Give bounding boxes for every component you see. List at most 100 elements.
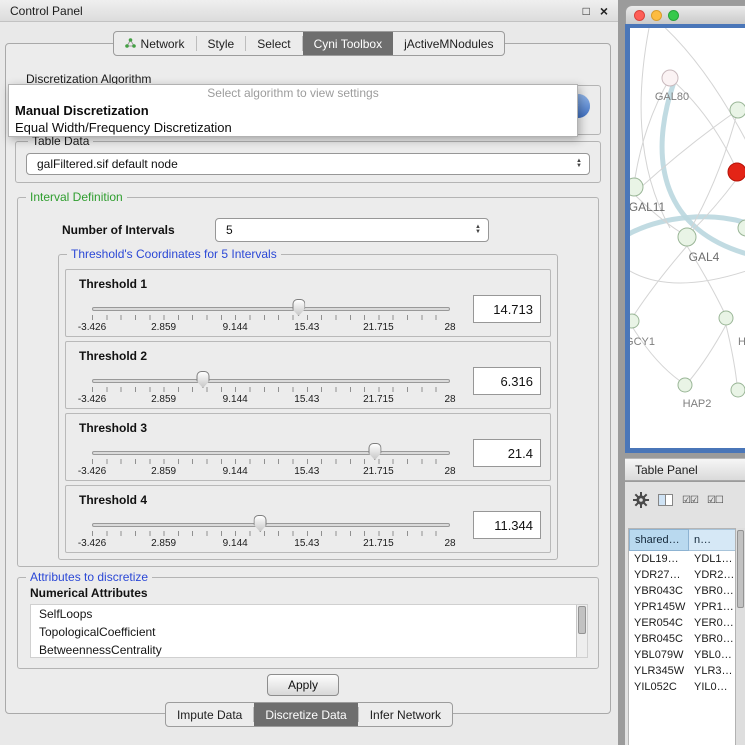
cell[interactable]: YLR345W: [629, 663, 689, 679]
table-row[interactable]: YBR043CYBR0…: [629, 583, 735, 599]
slider-track[interactable]: [92, 379, 450, 383]
network-graph[interactable]: GAL80 GAL11 GAL4 GCY1 HAP2 H: [630, 28, 745, 448]
tab-infer-network[interactable]: Infer Network: [359, 703, 452, 726]
cell[interactable]: YBR045C: [629, 631, 689, 647]
tab-select-label: Select: [257, 37, 290, 51]
tab-discretize-data[interactable]: Discretize Data: [254, 703, 357, 726]
select-all-columns-icon[interactable]: ☑☑: [682, 495, 698, 506]
threshold-3-slider[interactable]: -3.426 2.859 9.144 15.43 21.715 28: [92, 442, 450, 480]
gear-icon[interactable]: [633, 492, 649, 508]
tab-cyni-toolbox[interactable]: Cyni Toolbox: [303, 32, 393, 55]
table-panel-header[interactable]: Table Panel: [625, 458, 745, 481]
cell[interactable]: YBR043C: [629, 583, 689, 599]
application-root: Control Panel □ × Network St: [0, 0, 745, 745]
tab-impute-data[interactable]: Impute Data: [166, 703, 253, 726]
slider-track[interactable]: [92, 523, 450, 527]
scale-label: 15.43: [294, 538, 319, 549]
threshold-4-slider[interactable]: -3.426 2.859 9.144 15.43 21.715 28: [92, 514, 450, 552]
tab-select[interactable]: Select: [246, 32, 301, 55]
slider-thumb[interactable]: [292, 299, 305, 316]
tab-network[interactable]: Network: [114, 32, 196, 55]
dropdown-option-equal-width[interactable]: Equal Width/Frequency Discretization: [9, 119, 577, 136]
column-header-name[interactable]: n…: [689, 529, 735, 551]
cell[interactable]: YBR0…: [689, 631, 735, 647]
float-window-icon[interactable]: □: [583, 5, 590, 17]
node[interactable]: [719, 311, 733, 325]
cell[interactable]: YDR2…: [689, 567, 735, 583]
node-hap2[interactable]: [678, 378, 692, 392]
tab-style[interactable]: Style: [197, 32, 246, 55]
list-item[interactable]: TopologicalCoefficient: [31, 623, 587, 641]
cell[interactable]: YBR0…: [689, 583, 735, 599]
table-row[interactable]: YBL079WYBL0…: [629, 647, 735, 663]
cell[interactable]: YDR27…: [629, 567, 689, 583]
selected-red-node[interactable]: [728, 163, 745, 181]
node-gal11[interactable]: [630, 178, 643, 196]
close-traffic-light[interactable]: [634, 10, 645, 21]
cell[interactable]: YDL19…: [629, 551, 689, 567]
threshold-1-slider[interactable]: -3.426 2.859 9.144 15.43 21.715 28: [92, 298, 450, 336]
table-row[interactable]: YIL052CYIL0…: [629, 679, 735, 695]
show-columns-icon[interactable]: [658, 494, 673, 506]
table-data-group: Table Data galFiltered.sif default node …: [15, 141, 601, 183]
unselect-all-columns-icon[interactable]: ☑☐: [707, 495, 723, 506]
threshold-1-value-input[interactable]: 14.713: [473, 295, 541, 323]
control-panel-titlebar[interactable]: Control Panel □ ×: [0, 0, 618, 22]
cell[interactable]: YBL0…: [689, 647, 735, 663]
cell[interactable]: YER054C: [629, 615, 689, 631]
interval-definition-group: Interval Definition Number of Intervals …: [17, 197, 599, 567]
cell[interactable]: YER0…: [689, 615, 735, 631]
bottom-tab-group: Impute Data Discretize Data Infer Networ…: [165, 702, 453, 727]
table-row[interactable]: YPR145WYPR1…: [629, 599, 735, 615]
node[interactable]: [731, 383, 745, 397]
number-of-intervals-select[interactable]: 5 ▲ ▼: [215, 218, 489, 242]
node-gcy1[interactable]: [630, 314, 639, 328]
threshold-2-slider[interactable]: -3.426 2.859 9.144 15.43 21.715 28: [92, 370, 450, 408]
node-gal4[interactable]: [678, 228, 696, 246]
list-scrollbar[interactable]: [576, 605, 587, 657]
apply-button[interactable]: Apply: [267, 674, 339, 696]
scrollbar-thumb[interactable]: [737, 530, 744, 608]
tab-jactivemodules-label: jActiveMNodules: [404, 37, 493, 51]
table-row[interactable]: YDR27…YDR2…: [629, 567, 735, 583]
cell[interactable]: YPR145W: [629, 599, 689, 615]
close-window-icon[interactable]: ×: [600, 5, 608, 17]
column-header-shared-name[interactable]: shared…: [629, 529, 689, 551]
cell[interactable]: YDL1…: [689, 551, 735, 567]
numerical-attributes-list[interactable]: SelfLoops TopologicalCoefficient Between…: [30, 604, 588, 658]
threshold-4-value-input[interactable]: 11.344: [473, 511, 541, 539]
list-item[interactable]: SelfLoops: [31, 605, 587, 623]
scale-label: 2.859: [151, 322, 176, 333]
zoom-traffic-light[interactable]: [668, 10, 679, 21]
threshold-3-value-input[interactable]: 21.4: [473, 439, 541, 467]
table-row[interactable]: YLR345WYLR3…: [629, 663, 735, 679]
slider-thumb[interactable]: [368, 443, 381, 460]
minimize-traffic-light[interactable]: [651, 10, 662, 21]
scrollbar-thumb[interactable]: [578, 606, 586, 634]
dropdown-option-manual-discretization[interactable]: Manual Discretization: [9, 102, 577, 119]
table-data-select[interactable]: galFiltered.sif default node ▲ ▼: [26, 153, 590, 175]
node-gal80[interactable]: [662, 70, 678, 86]
network-window-titlebar[interactable]: [625, 5, 745, 24]
scale-label: 28: [444, 538, 455, 549]
cell[interactable]: YIL052C: [629, 679, 689, 695]
node-label: HAP2: [683, 398, 712, 410]
threshold-2-value-input[interactable]: 6.316: [473, 367, 541, 395]
slider-track[interactable]: [92, 307, 450, 311]
cell[interactable]: YPR1…: [689, 599, 735, 615]
cell[interactable]: YIL0…: [689, 679, 735, 695]
tab-jactivemodules[interactable]: jActiveMNodules: [393, 32, 504, 55]
slider-thumb[interactable]: [254, 515, 267, 532]
table-scrollbar[interactable]: [735, 528, 745, 745]
threshold-1-panel: Threshold 1 -3.426 2.859 9.144 15.43 21.…: [65, 269, 551, 337]
tab-network-label: Network: [141, 37, 185, 51]
slider-thumb[interactable]: [196, 371, 209, 388]
table-row[interactable]: YBR045CYBR0…: [629, 631, 735, 647]
cell[interactable]: YLR3…: [689, 663, 735, 679]
cell[interactable]: YBL079W: [629, 647, 689, 663]
slider-track[interactable]: [92, 451, 450, 455]
table-row[interactable]: YDL19…YDL1…: [629, 551, 735, 567]
node[interactable]: [730, 102, 745, 118]
table-row[interactable]: YER054CYER0…: [629, 615, 735, 631]
list-item[interactable]: BetweennessCentrality: [31, 641, 587, 658]
